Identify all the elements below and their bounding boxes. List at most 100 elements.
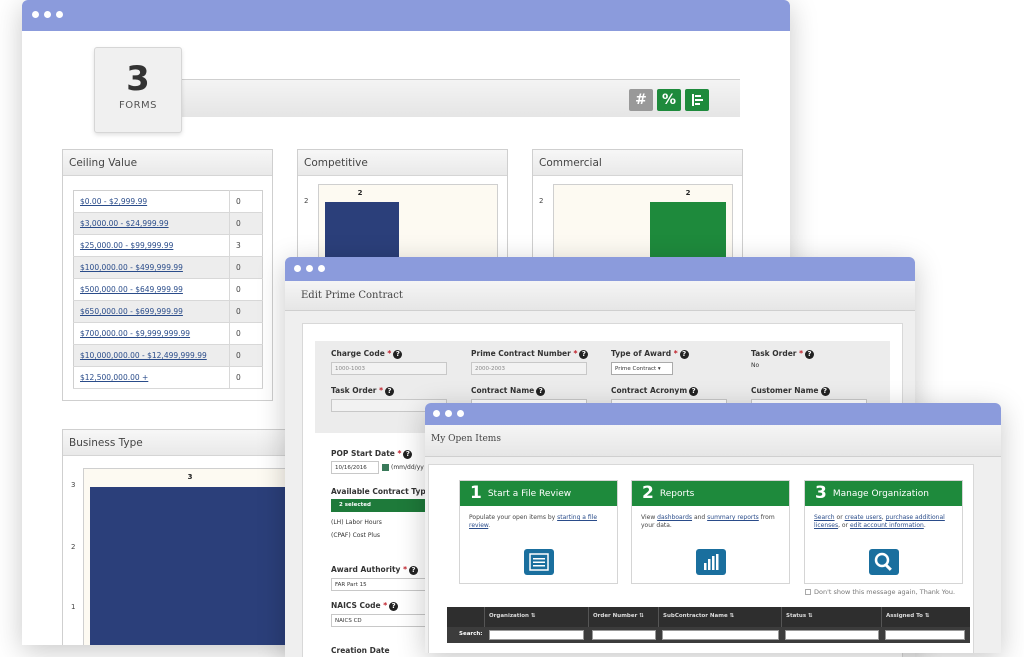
window-heading: Edit Prime Contract (285, 281, 915, 311)
help-icon[interactable]: ? (689, 386, 699, 396)
naics-code-label: NAICS Code *? (331, 601, 399, 611)
assigned-to-search-input[interactable] (885, 630, 965, 640)
charge-code-input[interactable]: 1000-1003 (331, 362, 447, 375)
ceiling-range-count: 0 (229, 344, 263, 367)
summary-reports-link[interactable]: summary reports (707, 514, 759, 521)
calendar-icon[interactable] (382, 464, 389, 471)
step-header: 2 Reports (632, 481, 789, 506)
contract-type-option[interactable]: (CPAF) Cost Plus (331, 532, 380, 539)
data-label: 2 (685, 189, 691, 197)
ceiling-range-link[interactable]: $10,000,000.00 - $12,499,999.99 (73, 344, 230, 367)
step-start-file-review[interactable]: 1 Start a File Review Populate your open … (459, 480, 618, 584)
window-dot[interactable] (294, 265, 301, 272)
dont-show-checkbox[interactable]: Don't show this message again, Thank You… (805, 588, 955, 596)
ceiling-value-table: $0.00 - $2,999.99 0 $3,000.00 - $24,999.99… (73, 190, 263, 389)
ceiling-range-count: 3 (229, 234, 263, 257)
ceiling-range-link[interactable]: $12,500,000.00 + (73, 366, 230, 389)
order-number-search-input[interactable] (592, 630, 656, 640)
search-link[interactable]: Search (814, 514, 835, 521)
subcontractor-search-input[interactable] (662, 630, 779, 640)
task-order-label: Task Order *? (331, 386, 395, 396)
data-label: 3 (187, 473, 193, 481)
bar-chart-icon[interactable] (696, 549, 726, 575)
panel-title: Ceiling Value (63, 150, 272, 176)
ceiling-range-link[interactable]: $3,000.00 - $24,999.99 (73, 212, 230, 235)
ceiling-range-link[interactable]: $650,000.00 - $699,999.99 (73, 300, 230, 323)
column-order-number[interactable]: Order Number ⇅ (589, 607, 659, 627)
help-icon[interactable]: ? (389, 601, 399, 611)
column-assigned-to[interactable]: Assigned To ⇅ (882, 607, 970, 627)
title-bar (285, 257, 915, 281)
status-search-input[interactable] (785, 630, 879, 640)
business-type-panel: Business Type 3 2 1 3 (62, 429, 294, 645)
ceiling-range-count: 0 (229, 366, 263, 389)
table-row: $0.00 - $2,999.99 0 (73, 190, 263, 213)
title-bar (425, 403, 1001, 425)
ceiling-range-link[interactable]: $100,000.00 - $499,999.99 (73, 256, 230, 279)
search-row-label: Search: (459, 631, 483, 637)
window-dot[interactable] (457, 410, 464, 417)
checkbox-icon[interactable] (805, 589, 811, 595)
pop-start-label: POP Start Date *? (331, 449, 413, 459)
step-header: 1 Start a File Review (460, 481, 617, 506)
ceiling-range-link[interactable]: $700,000.00 - $9,999,999.99 (73, 322, 230, 345)
help-icon[interactable]: ? (385, 386, 395, 396)
window-dot[interactable] (32, 11, 39, 18)
data-label: 2 (357, 189, 363, 197)
edit-account-link[interactable]: edit account information (850, 522, 924, 529)
help-icon[interactable]: ? (820, 386, 830, 396)
window-dot[interactable] (44, 11, 51, 18)
grid-spacer (447, 607, 485, 627)
step-description: Populate your open items by starting a f… (469, 514, 598, 529)
task-order-value: No (751, 362, 760, 369)
dashboards-link[interactable]: dashboards (657, 514, 692, 521)
help-icon[interactable]: ? (679, 349, 689, 359)
ceiling-value-panel: Ceiling Value $0.00 - $2,999.99 0 $3,000.0… (62, 149, 273, 401)
prime-contract-number-input[interactable]: 2000-2003 (471, 362, 587, 375)
count-view-button[interactable]: # (629, 89, 653, 111)
help-icon[interactable]: ? (536, 386, 546, 396)
task-order-top-label: Task Order *? (751, 349, 815, 359)
window-dot[interactable] (318, 265, 325, 272)
column-organization[interactable]: Organization ⇅ (485, 607, 589, 627)
ceiling-range-count: 0 (229, 278, 263, 301)
table-row: $100,000.00 - $499,999.99 0 (73, 256, 263, 279)
help-icon[interactable]: ? (393, 349, 403, 359)
percent-view-button[interactable]: % (657, 89, 681, 111)
ceiling-range-link[interactable]: $0.00 - $2,999.99 (73, 190, 230, 213)
column-status[interactable]: Status ⇅ (782, 607, 882, 627)
step-reports[interactable]: 2 Reports View dashboards and summary rep… (631, 480, 790, 584)
summary-toolbar: # % (182, 79, 740, 117)
getting-started-card: 1 Start a File Review Populate your open … (428, 464, 974, 653)
ceiling-range-count: 0 (229, 322, 263, 345)
help-icon[interactable]: ? (403, 449, 413, 459)
contract-type-option[interactable]: (LH) Labor Hours (331, 519, 382, 526)
help-icon[interactable]: ? (409, 565, 418, 575)
column-subcontractor-name[interactable]: SubContractor Name ⇅ (659, 607, 782, 627)
list-view-button[interactable] (685, 89, 709, 111)
window-dot[interactable] (306, 265, 313, 272)
y-tick-label: 2 (71, 543, 76, 551)
ceiling-range-count: 0 (229, 300, 263, 323)
window-dot[interactable] (433, 410, 440, 417)
contract-name-label: Contract Name? (471, 386, 546, 396)
step-manage-organization[interactable]: 3 Manage Organization Search or create us… (804, 480, 963, 584)
window-dot[interactable] (445, 410, 452, 417)
y-tick-label: 2 (304, 197, 309, 205)
help-icon[interactable]: ? (579, 349, 589, 359)
type-of-award-select[interactable]: Prime Contract ▾ (611, 362, 673, 375)
help-icon[interactable]: ? (805, 349, 815, 359)
ceiling-range-link[interactable]: $25,000.00 - $99,999.99 (73, 234, 230, 257)
table-row: $700,000.00 - $9,999,999.99 0 (73, 322, 263, 345)
ceiling-range-link[interactable]: $500,000.00 - $649,999.99 (73, 278, 230, 301)
create-users-link[interactable]: create users (845, 514, 882, 521)
y-tick-label: 1 (71, 603, 76, 611)
organization-search-input[interactable] (489, 630, 584, 640)
magnifier-icon[interactable] (869, 549, 899, 575)
panel-title: Business Type (63, 430, 291, 456)
step-header: 3 Manage Organization (805, 481, 962, 506)
window-dot[interactable] (56, 11, 63, 18)
bar-business-type[interactable] (90, 487, 294, 645)
document-icon[interactable] (524, 549, 554, 575)
pop-start-input[interactable]: 10/16/2016 (331, 461, 379, 474)
